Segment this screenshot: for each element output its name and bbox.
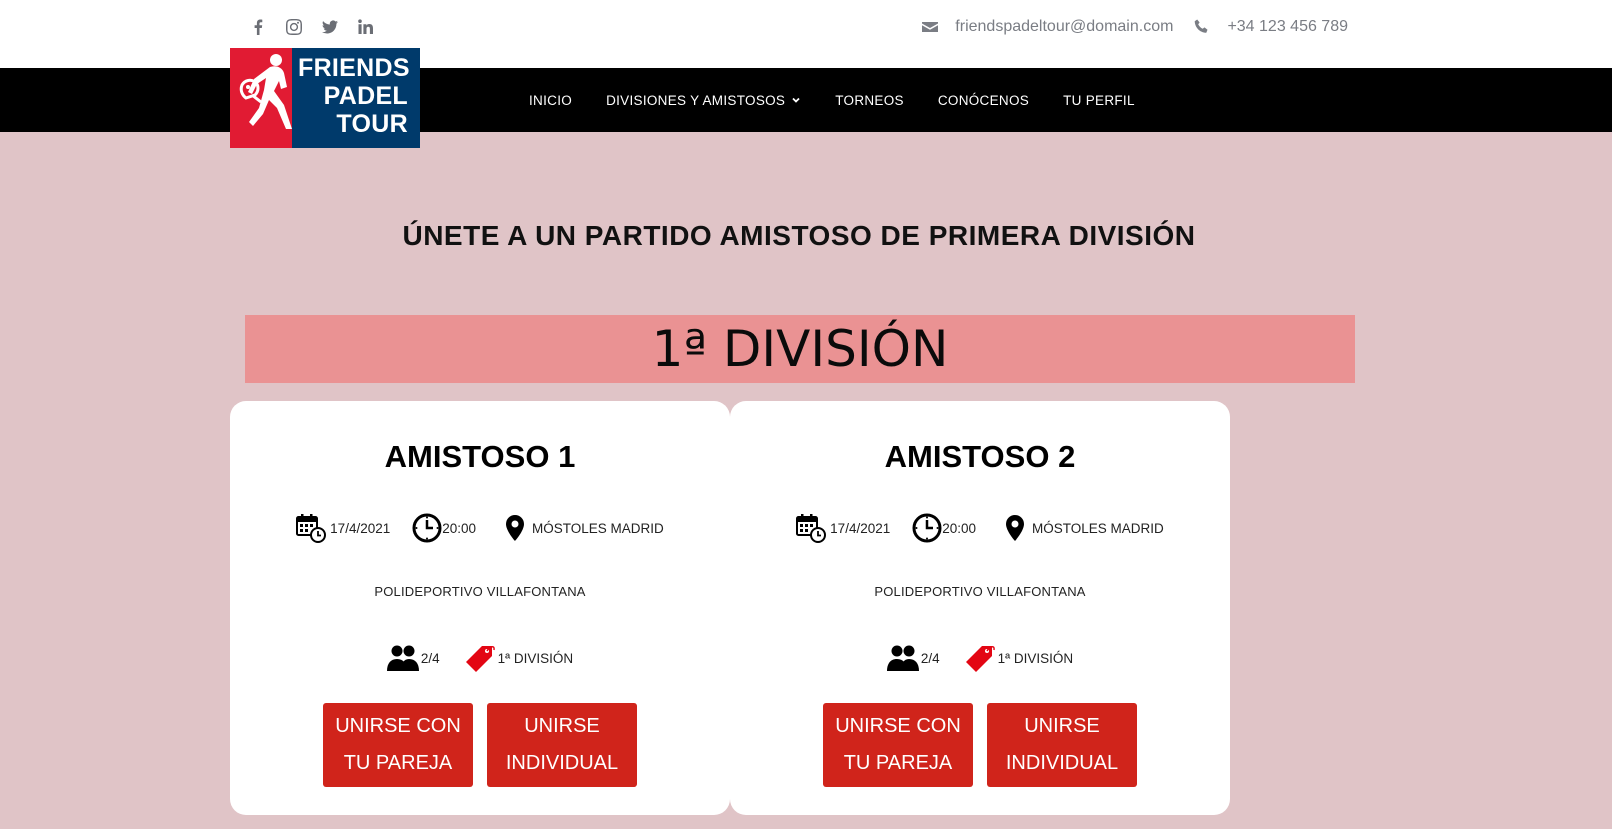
nav-item-inicio[interactable]: INICIO bbox=[529, 93, 572, 108]
button-label-line: INDIVIDUAL bbox=[505, 752, 619, 774]
button-label-line: TU PAREJA bbox=[343, 752, 453, 774]
map-pin-icon bbox=[1006, 515, 1025, 541]
join-individual-button[interactable]: UNIRSE INDIVIDUAL bbox=[987, 703, 1137, 787]
division-banner: 1ª DIVISIÓN bbox=[245, 315, 1355, 383]
button-label-line: UNIRSE CON bbox=[335, 715, 461, 737]
nav-item-divisiones[interactable]: DIVISIONES Y AMISTOSOS bbox=[606, 93, 801, 108]
match-players: 2/4 bbox=[886, 644, 940, 672]
chevron-down-icon bbox=[792, 97, 800, 103]
match-title: AMISTOSO 1 bbox=[384, 439, 576, 474]
logo-line: FRIENDS bbox=[298, 54, 410, 82]
calendar-clock-icon bbox=[296, 514, 327, 543]
match-venue: POLIDEPORTIVO VILLAFONTANA bbox=[874, 584, 1086, 599]
email-link[interactable]: friendspadeltour@domain.com bbox=[955, 18, 1173, 36]
button-label-line: INDIVIDUAL bbox=[1005, 752, 1119, 774]
match-players-text: 2/4 bbox=[420, 650, 440, 666]
match-venue: POLIDEPORTIVO VILLAFONTANA bbox=[374, 584, 586, 599]
button-label-line: UNIRSE bbox=[1024, 715, 1100, 737]
phone-icon bbox=[1193, 17, 1213, 37]
contact-info: friendspadeltour@domain.com +34 123 456 … bbox=[921, 17, 1348, 37]
nav-label: DIVISIONES Y AMISTOSOS bbox=[606, 92, 786, 108]
logo-line: PADEL bbox=[323, 82, 408, 110]
match-meta: 17/4/2021 20:00 MÓSTOLES MADRID bbox=[230, 513, 730, 543]
match-location-text: MÓSTOLES MADRID bbox=[1032, 520, 1164, 536]
nav-item-torneos[interactable]: TORNEOS bbox=[835, 93, 904, 108]
logo-line: TOUR bbox=[336, 110, 408, 138]
users-icon bbox=[386, 645, 419, 671]
match-date-text: 17/4/2021 bbox=[330, 520, 391, 536]
price-tag-icon bbox=[465, 646, 495, 672]
match-time: 20:00 bbox=[912, 513, 976, 543]
linkedin-icon[interactable] bbox=[356, 16, 376, 38]
phone-link[interactable]: +34 123 456 789 bbox=[1227, 18, 1348, 36]
match-meta-secondary: 2/4 1ª DIVISIÓN bbox=[230, 641, 730, 675]
twitter-icon[interactable] bbox=[320, 16, 340, 38]
button-label-line: TU PAREJA bbox=[843, 752, 953, 774]
match-location-text: MÓSTOLES MADRID bbox=[532, 520, 664, 536]
calendar-clock-icon bbox=[796, 514, 827, 543]
map-pin-icon bbox=[506, 515, 525, 541]
join-buttons: UNIRSE CON TU PAREJA UNIRSE INDIVIDUAL bbox=[730, 703, 1230, 787]
clock-icon bbox=[412, 513, 442, 543]
instagram-icon[interactable] bbox=[284, 16, 304, 38]
nav-label: TORNEOS bbox=[835, 92, 904, 108]
nav-item-tu-perfil[interactable]: TU PERFIL bbox=[1063, 93, 1135, 108]
join-buttons: UNIRSE CON TU PAREJA UNIRSE INDIVIDUAL bbox=[230, 703, 730, 787]
match-division: 1ª DIVISIÓN bbox=[462, 641, 574, 675]
button-label-line: UNIRSE bbox=[524, 715, 600, 737]
envelope-icon bbox=[921, 17, 941, 37]
match-location: MÓSTOLES MADRID bbox=[500, 513, 664, 543]
social-links bbox=[248, 16, 376, 38]
logo-text: FRIENDS PADEL TOUR bbox=[298, 54, 418, 138]
button-label-line: UNIRSE CON bbox=[835, 715, 961, 737]
match-location: MÓSTOLES MADRID bbox=[1000, 513, 1164, 543]
match-division: 1ª DIVISIÓN bbox=[962, 641, 1074, 675]
nav-label: INICIO bbox=[529, 92, 573, 108]
match-time: 20:00 bbox=[412, 513, 476, 543]
site-logo[interactable]: FRIENDS PADEL TOUR bbox=[230, 48, 420, 148]
match-date-text: 17/4/2021 bbox=[830, 520, 891, 536]
match-players: 2/4 bbox=[386, 644, 440, 672]
users-icon bbox=[886, 645, 919, 671]
match-time-text: 20:00 bbox=[942, 520, 977, 536]
match-date: 17/4/2021 bbox=[796, 513, 890, 543]
nav-label: TU PERFIL bbox=[1063, 92, 1135, 108]
match-meta-secondary: 2/4 1ª DIVISIÓN bbox=[730, 641, 1230, 675]
join-with-partner-button[interactable]: UNIRSE CON TU PAREJA bbox=[323, 703, 473, 787]
nav-item-conocenos[interactable]: CONÓCENOS bbox=[938, 93, 1029, 108]
facebook-icon[interactable] bbox=[248, 16, 268, 38]
clock-icon bbox=[912, 513, 942, 543]
match-division-text: 1ª DIVISIÓN bbox=[497, 650, 574, 666]
match-time-text: 20:00 bbox=[442, 520, 477, 536]
match-meta: 17/4/2021 20:00 MÓSTOLES MADRID bbox=[730, 513, 1230, 543]
match-players-text: 2/4 bbox=[920, 650, 940, 666]
main-nav: INICIO DIVISIONES Y AMISTOSOS TORNEOS CO… bbox=[529, 68, 1135, 132]
nav-label: CONÓCENOS bbox=[937, 92, 1030, 108]
price-tag-icon bbox=[965, 646, 995, 672]
match-card: AMISTOSO 1 17/4/2021 20:00 MÓSTOLES MADR… bbox=[230, 401, 730, 815]
match-title: AMISTOSO 2 bbox=[884, 439, 1076, 474]
page-title: ÚNETE A UN PARTIDO AMISTOSO DE PRIMERA D… bbox=[402, 220, 1196, 251]
join-individual-button[interactable]: UNIRSE INDIVIDUAL bbox=[487, 703, 637, 787]
match-division-text: 1ª DIVISIÓN bbox=[997, 650, 1074, 666]
match-card: AMISTOSO 2 17/4/2021 20:00 MÓSTOLES MADR… bbox=[730, 401, 1230, 815]
join-with-partner-button[interactable]: UNIRSE CON TU PAREJA bbox=[823, 703, 973, 787]
match-date: 17/4/2021 bbox=[296, 513, 390, 543]
